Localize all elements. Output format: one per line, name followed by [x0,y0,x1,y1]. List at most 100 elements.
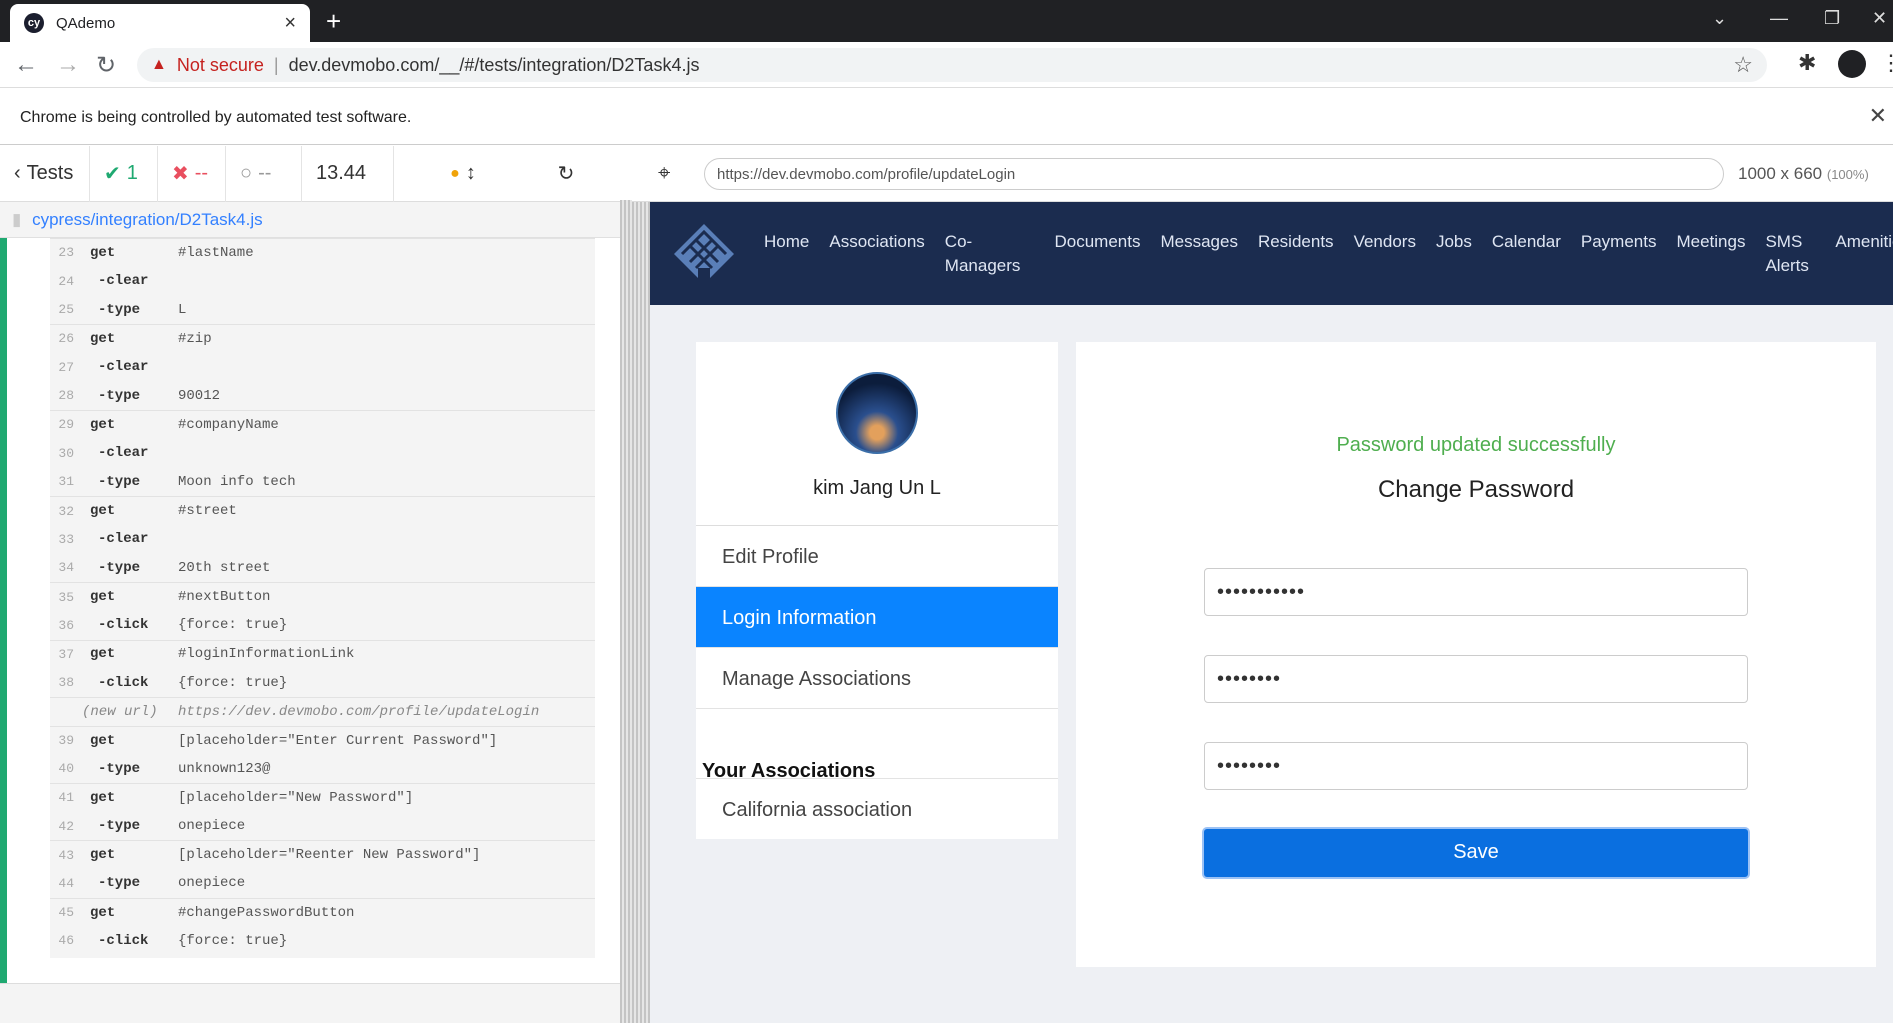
profile-avatar-icon[interactable] [1838,50,1866,78]
command-row[interactable]: 35 get #nextButton [50,582,595,611]
command-row[interactable]: 36 -click {force: true} [50,611,595,640]
rerun-button[interactable]: ↻ [532,146,600,202]
tab-search-icon[interactable]: ⌄ [1712,8,1727,29]
form-title: Change Password [1377,476,1575,503]
infobar-close-icon[interactable]: ✕ [1869,103,1887,129]
command-list: 23 get #lastName 24 -clear 25 -type L 26 get #zip 2… [50,238,595,958]
command-number: 38 [58,675,74,691]
command-number: 42 [58,818,74,834]
browser-tab[interactable]: cy QAdemo × [10,4,310,42]
nav-item[interactable]: SMS Alerts [1765,230,1815,278]
command-message: Moon info tech [178,473,296,490]
nav-item[interactable]: Documents [1054,230,1140,278]
security-label: Not secure [176,54,264,75]
new-password-field[interactable]: •••••••• [1204,655,1748,703]
minimize-icon[interactable]: — [1770,8,1788,29]
nav-item[interactable]: Associations [829,230,924,278]
command-row[interactable]: 43 get [placeholder="Reenter New Password"… [50,840,595,869]
menu-login-information[interactable]: Login Information [696,587,1058,648]
command-row[interactable]: 39 get [placeholder="Enter Current Passwor… [50,725,595,755]
new-tab-icon[interactable]: + [326,6,341,37]
menu-edit-profile[interactable]: Edit Profile [696,526,1058,587]
command-row[interactable]: 33 -clear [50,525,595,554]
forward-icon[interactable]: → [56,51,80,79]
command-row[interactable]: 40 -type unknown123@ [50,754,595,783]
command-row[interactable]: 27 -clear [50,353,595,382]
restore-icon[interactable]: ❐ [1824,8,1840,29]
command-row[interactable]: 24 -clear [50,267,595,296]
profile-sidebar: kim Jang Un L Edit Profile Login Informa… [696,342,1058,839]
omnibox-separator: | [273,54,279,75]
passed-count: ✔ 1 [90,145,158,202]
command-message: onepiece [178,818,246,835]
command-message: {force: true} [178,674,288,691]
selector-playground-icon[interactable]: ⌖ [658,160,670,186]
reporter-footer [0,983,620,1023]
command-log: 23 get #lastName 24 -clear 25 -type L 26 get #zip 2… [0,238,620,983]
cypress-favicon-icon: cy [24,13,44,33]
command-row[interactable]: 46 -click {force: true} [50,927,595,956]
user-name: kim Jang Un L [813,477,941,499]
cypress-reporter: ‹ Tests ✔ 1 ✖ -- ○ -- 13.44 ● ↕ ↻ ▮ cypr… [0,145,632,1023]
command-row[interactable]: 44 -type onepiece [50,869,595,898]
avatar [836,372,918,454]
command-row[interactable]: 41 get [placeholder="New Password"] [50,783,595,812]
spec-file-link[interactable]: cypress/integration/D2Task4.js [32,210,263,229]
nav-item[interactable]: Jobs [1436,230,1472,278]
save-button[interactable]: Save [1202,827,1750,879]
back-icon[interactable]: ← [14,51,38,79]
nav-item[interactable]: Residents [1258,230,1334,278]
bookmark-star-icon[interactable]: ☆ [1733,52,1753,78]
command-name: get [90,732,116,749]
nav-item[interactable]: Co-Managers [945,230,1031,278]
house-logo-icon[interactable] [672,222,736,286]
nav-item[interactable]: Amenities [1835,230,1893,278]
command-number: 24 [58,273,74,289]
command-message: L [178,301,187,318]
reenter-password-field[interactable]: •••••••• [1204,742,1748,790]
close-window-icon[interactable]: ✕ [1872,8,1887,29]
command-row[interactable]: 30 -clear [50,439,595,468]
reload-icon[interactable]: ↻ [96,51,116,80]
extensions-icon[interactable]: ✱ [1798,50,1816,76]
nav-item[interactable]: Messages [1160,230,1237,278]
nav-item[interactable]: Calendar [1492,230,1561,278]
nav-item[interactable]: Vendors [1354,230,1416,278]
association-item[interactable]: California association [696,778,1058,839]
command-row[interactable]: 45 get #changePasswordButton [50,897,595,927]
more-menu-icon[interactable]: ⋮ [1880,50,1893,76]
command-name: -clear [98,531,149,548]
nav-item[interactable]: Meetings [1676,230,1745,278]
infobar-text: Chrome is being controlled by automated … [20,109,412,126]
command-name: -clear [98,445,149,462]
panel-resize-handle[interactable] [620,200,650,1023]
current-password-field[interactable]: ••••••••••• [1204,568,1748,616]
nav-item[interactable]: Home [764,230,809,278]
reporter-header: ‹ Tests ✔ 1 ✖ -- ○ -- 13.44 ● ↕ ↻ [0,145,632,202]
menu-manage-associations[interactable]: Manage Associations [696,648,1058,709]
command-number: 30 [58,445,74,461]
command-row[interactable]: 34 -type 20th street [50,554,595,583]
command-row[interactable]: 29 get #companyName [50,410,595,439]
close-tab-icon[interactable]: × [284,12,296,35]
auto-scroll-toggle[interactable]: ● ↕ [394,146,532,202]
command-new-url[interactable]: (new url) https://dev.devmobo.com/profile… [50,697,595,726]
command-name: -type [98,301,141,318]
address-bar[interactable]: ▲ Not secure | dev.devmobo.com/__/#/test… [137,48,1767,82]
command-row[interactable]: 42 -type onepiece [50,812,595,841]
nav-item[interactable]: Payments [1581,230,1657,278]
command-message: 90012 [178,387,221,404]
command-row[interactable]: 38 -click {force: true} [50,668,595,697]
failed-count: ✖ -- [158,145,226,202]
pending-circle-icon: ○ [240,162,253,184]
command-row[interactable]: 23 get #lastName [50,238,595,267]
command-row[interactable]: 32 get #street [50,496,595,525]
command-row[interactable]: 28 -type 90012 [50,381,595,410]
tests-back-button[interactable]: ‹ Tests [0,145,90,202]
command-row[interactable]: 37 get #loginInformationLink [50,639,595,669]
command-row[interactable]: 25 -type L [50,295,595,324]
duration: 13.44 [302,145,394,202]
command-message: {force: true} [178,932,288,949]
command-row[interactable]: 31 -type Moon info tech [50,468,595,497]
command-row[interactable]: 26 get #zip [50,324,595,353]
